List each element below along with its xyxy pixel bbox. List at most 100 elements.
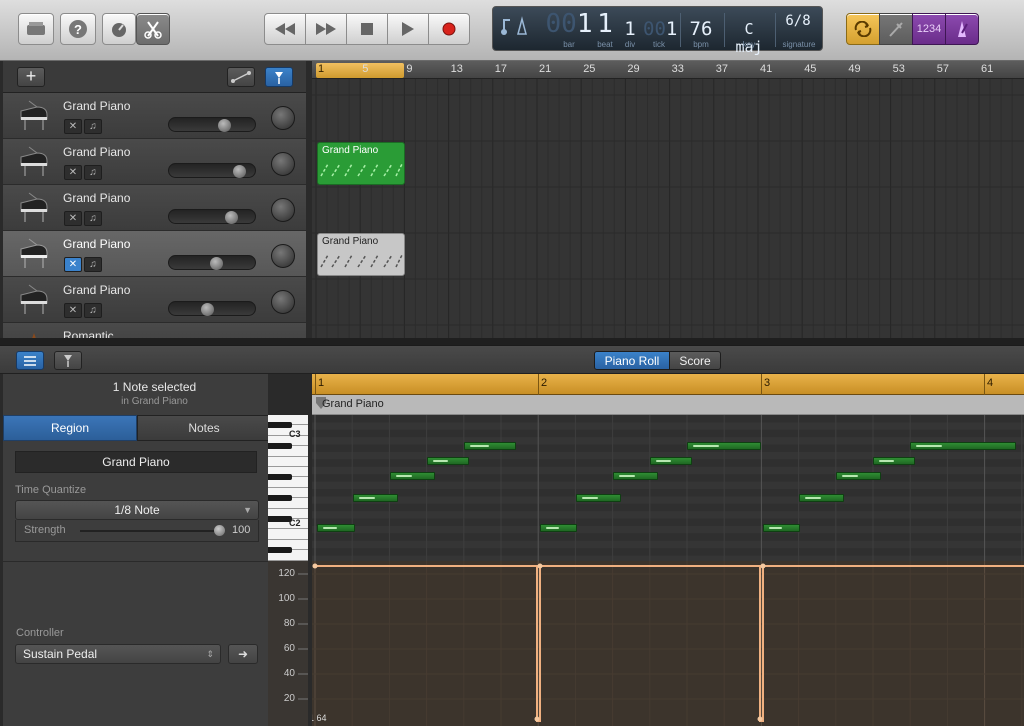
play-button[interactable] [387, 13, 429, 45]
midi-note[interactable] [427, 457, 469, 465]
mute-icon[interactable]: ✕ [64, 165, 82, 180]
strength-slider[interactable] [80, 530, 222, 532]
piano-keyboard[interactable]: C3 C2 [268, 415, 308, 561]
mute-icon[interactable]: ✕ [64, 211, 82, 226]
editor-region-header[interactable]: Grand Piano [312, 395, 1024, 415]
mute-icon[interactable]: ✕ [64, 303, 82, 318]
track-header[interactable]: Grand Piano ✕ ♫ [3, 139, 306, 185]
track-name[interactable]: Grand Piano [63, 191, 130, 205]
record-button[interactable] [428, 13, 470, 45]
strength-knob[interactable] [214, 525, 225, 536]
midi-note[interactable] [836, 472, 881, 480]
midi-note[interactable] [687, 442, 761, 450]
piano-black-key[interactable] [268, 547, 292, 554]
track-name[interactable]: Grand Piano [63, 99, 130, 113]
volume-knob[interactable] [201, 303, 214, 316]
tab-score[interactable]: Score [669, 351, 721, 370]
track-header[interactable]: Grand Piano ✕ ♫ [3, 185, 306, 231]
track-header[interactable]: Grand Piano ✕ ♫ [3, 93, 306, 139]
midi-note[interactable] [317, 524, 355, 532]
headphones-icon[interactable]: ♫ [84, 165, 102, 180]
pan-knob[interactable] [271, 198, 295, 222]
volume-slider[interactable] [168, 255, 256, 270]
controller-arrow-icon[interactable]: ➜ [228, 644, 258, 664]
volume-knob[interactable] [218, 119, 231, 132]
catch-icon[interactable] [54, 351, 82, 370]
pan-knob[interactable] [271, 290, 295, 314]
fast-forward-button[interactable] [305, 13, 347, 45]
track-name[interactable]: Grand Piano [63, 283, 130, 297]
controller-lane[interactable]: 1 64 [312, 561, 1024, 726]
tuner-icon[interactable] [879, 13, 913, 45]
mute-icon[interactable]: ✕ [64, 257, 82, 272]
piano-black-key[interactable] [268, 443, 292, 450]
midi-note[interactable] [576, 494, 621, 502]
pan-knob[interactable] [271, 244, 295, 268]
midi-note[interactable] [650, 457, 692, 465]
catch-playhead-icon[interactable] [265, 67, 293, 87]
controller-select[interactable]: Sustain Pedal ⇕ [15, 644, 221, 664]
region-name-field[interactable]: Grand Piano [15, 451, 257, 473]
track-name[interactable]: Romantic [63, 329, 114, 338]
lcd-display[interactable]: 001 bar 1 beat 1 div 001 tick 76 bpm C m… [492, 6, 823, 56]
midi-note[interactable] [353, 494, 398, 502]
stop-button[interactable] [346, 13, 388, 45]
cycle-region[interactable] [316, 63, 404, 78]
volume-slider[interactable] [168, 301, 256, 316]
rewind-button[interactable] [264, 13, 306, 45]
headphones-icon[interactable]: ♫ [84, 211, 102, 226]
midi-note[interactable] [390, 472, 435, 480]
inspector-toggle-icon[interactable] [16, 351, 44, 370]
pan-knob[interactable] [271, 106, 295, 130]
library-icon[interactable] [18, 13, 54, 45]
track-name[interactable]: Grand Piano [63, 237, 130, 251]
midi-note[interactable] [873, 457, 915, 465]
quantize-select[interactable]: 1/8 Note ▼ [15, 500, 259, 520]
piano-white-key[interactable] [268, 529, 308, 540]
split-divider[interactable] [0, 338, 1024, 345]
piano-white-key[interactable] [268, 456, 308, 467]
mute-icon[interactable]: ✕ [64, 119, 82, 134]
piano-black-key[interactable] [268, 422, 292, 429]
midi-note[interactable] [763, 524, 800, 532]
piano-roll-grid[interactable] [312, 415, 1024, 561]
piano-black-key[interactable] [268, 495, 292, 502]
midi-note[interactable] [540, 524, 577, 532]
timeline-ruler[interactable]: 1 5 9 13 17 21 25 29 33 37 41 45 49 53 57 61 [312, 61, 1024, 79]
add-track-icon[interactable]: + [17, 67, 45, 87]
smart-controls-icon[interactable] [102, 13, 136, 45]
track-header-selected[interactable]: Grand Piano ✕ ♫ [3, 231, 306, 277]
automation-curve[interactable] [312, 561, 1024, 726]
tab-region[interactable]: Region [3, 415, 137, 441]
metronome-icon[interactable] [945, 13, 979, 45]
track-header[interactable]: Grand Piano ✕ ♫ [3, 277, 306, 323]
volume-knob[interactable] [225, 211, 238, 224]
editors-icon[interactable] [136, 13, 170, 45]
piano-black-key[interactable] [268, 474, 292, 481]
headphones-icon[interactable]: ♫ [84, 257, 102, 272]
count-in-button[interactable]: 1234 [912, 13, 946, 45]
editor-ruler[interactable]: 1 2 3 4 [312, 374, 1024, 395]
headphones-icon[interactable]: ♫ [84, 303, 102, 318]
midi-note[interactable] [799, 494, 844, 502]
volume-knob[interactable] [233, 165, 246, 178]
pan-knob[interactable] [271, 152, 295, 176]
help-icon[interactable]: ? [60, 13, 96, 45]
volume-slider[interactable] [168, 209, 256, 224]
cycle-icon[interactable] [846, 13, 880, 45]
tracks-area[interactable]: Grand Piano Grand Piano [312, 79, 1024, 338]
midi-note[interactable] [910, 442, 1016, 450]
headphones-icon[interactable]: ♫ [84, 119, 102, 134]
tab-notes[interactable]: Notes [137, 415, 271, 441]
track-header[interactable]: Romantic [3, 323, 306, 338]
midi-note[interactable] [613, 472, 658, 480]
midi-region-selected[interactable]: Grand Piano [317, 233, 405, 276]
volume-slider[interactable] [168, 163, 256, 178]
midi-note[interactable] [464, 442, 516, 450]
midi-region[interactable]: Grand Piano [317, 142, 405, 185]
volume-slider[interactable] [168, 117, 256, 132]
volume-knob[interactable] [210, 257, 223, 270]
automation-icon[interactable] [227, 67, 255, 87]
tab-piano-roll[interactable]: Piano Roll [594, 351, 670, 370]
track-name[interactable]: Grand Piano [63, 145, 130, 159]
